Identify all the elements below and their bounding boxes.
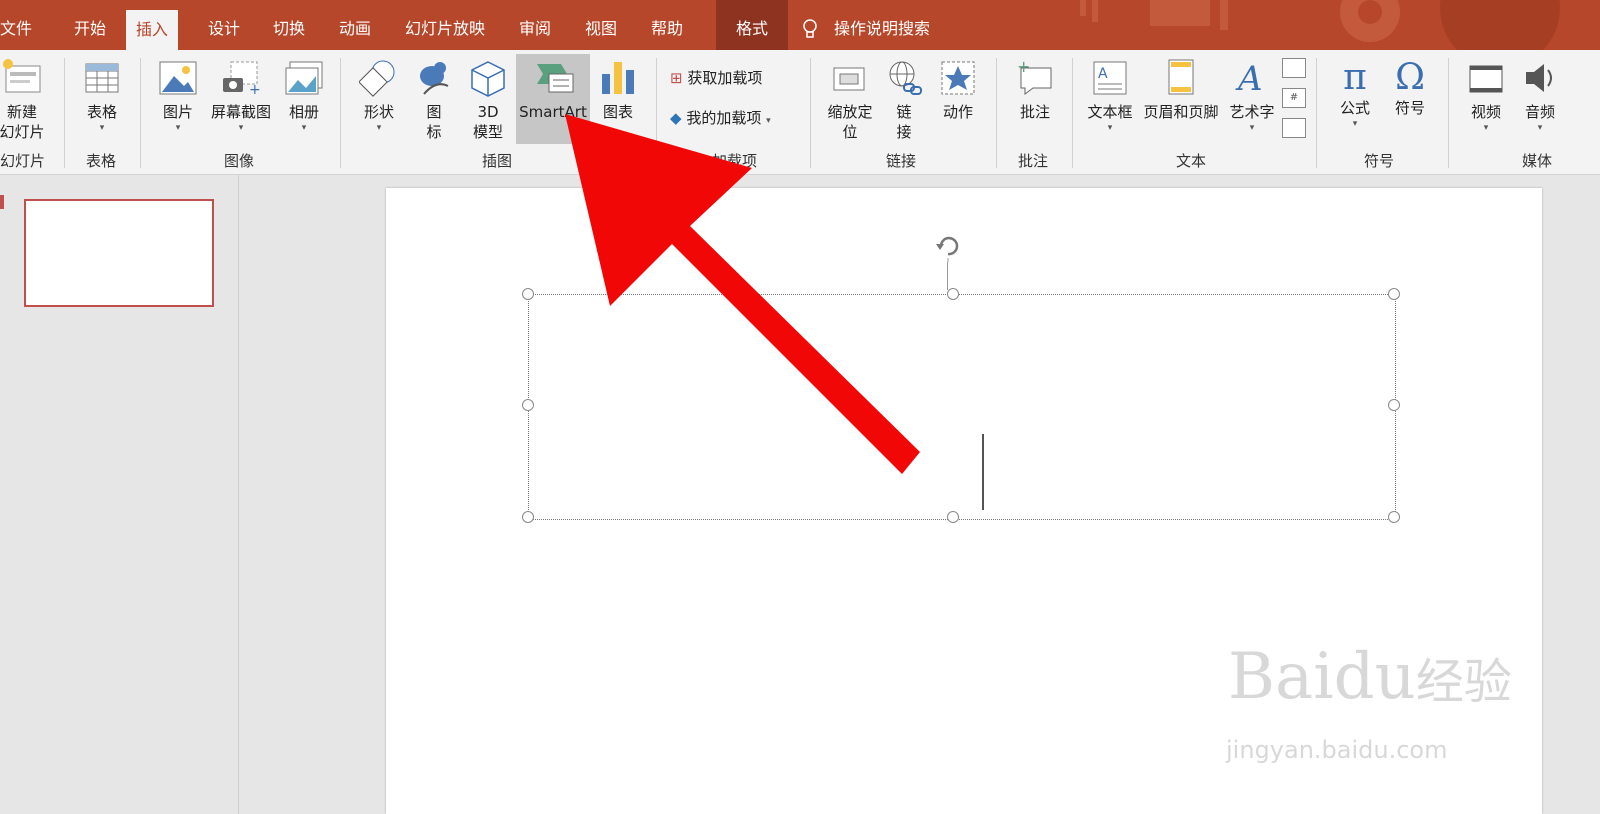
watermark-logo-part-a: Bai xyxy=(1228,640,1334,714)
watermark-url: jingyan.baidu.com xyxy=(1226,736,1448,764)
watermark-logo: Baidu经验 xyxy=(1228,640,1512,714)
watermark-logo-part-b: du xyxy=(1333,640,1416,714)
watermark-logo-part-c: 经验 xyxy=(1415,654,1512,710)
